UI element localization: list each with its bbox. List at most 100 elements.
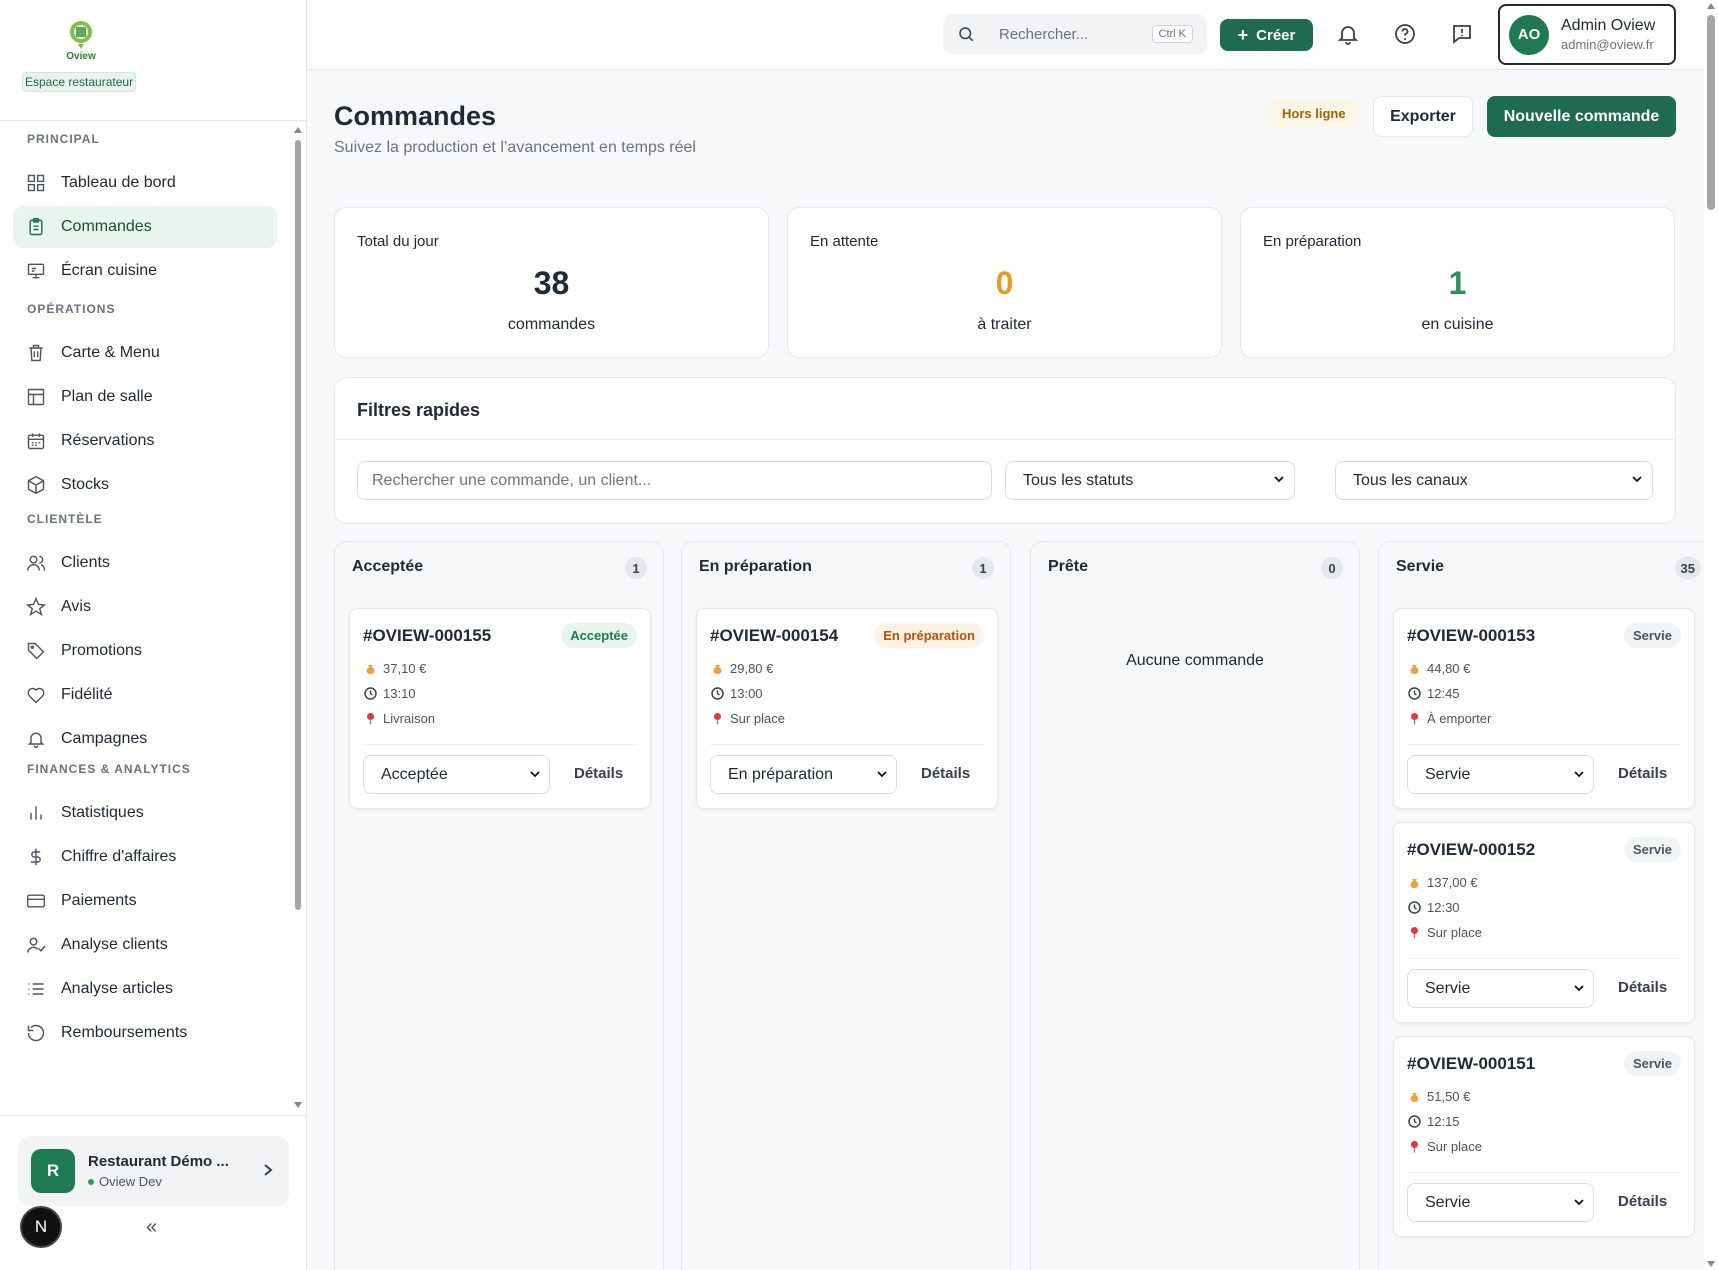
status-select[interactable]: Servie <box>1407 969 1594 1008</box>
page-scroll-down-arrow[interactable] <box>1707 1261 1715 1267</box>
pin-icon <box>1408 712 1421 725</box>
sidebar-item-tableau-de-bord[interactable]: Tableau de bord <box>13 162 277 204</box>
sidebar-item-label: Carte & Menu <box>61 344 160 361</box>
search-placeholder: Rechercher... <box>999 25 1089 43</box>
sidebar-item-remboursements[interactable]: Remboursements <box>13 1012 277 1054</box>
clock-icon <box>364 687 377 700</box>
create-button[interactable]: + Créer <box>1220 19 1313 51</box>
sidebar-item-statistiques[interactable]: Statistiques <box>13 792 277 834</box>
page-subtitle: Suivez la production et l’avancement en … <box>334 139 696 156</box>
monitor-icon <box>27 263 45 279</box>
order-search-input[interactable] <box>357 461 992 500</box>
restaurant-avatar: R <box>31 1149 75 1193</box>
help-icon[interactable] <box>1393 22 1417 46</box>
status-filter-select[interactable]: Tous les statuts <box>1005 461 1295 500</box>
space-badge: Espace restaurateur <box>22 72 137 92</box>
sidebar-item-promotions[interactable]: Promotions <box>13 630 277 672</box>
chevron-down-icon <box>1574 1199 1584 1206</box>
clock-icon <box>1408 1115 1421 1128</box>
sidebar-item-campagnes[interactable]: Campagnes <box>13 718 277 760</box>
new-order-button[interactable]: Nouvelle commande <box>1487 96 1676 137</box>
order-time: 12:45 <box>1408 686 1460 701</box>
status-select-value: En préparation <box>728 765 833 783</box>
bell-icon[interactable] <box>1336 22 1360 46</box>
details-button[interactable]: Détails <box>1618 1193 1667 1210</box>
collapse-sidebar-button[interactable]: « <box>146 1216 157 1239</box>
user-avatar: AO <box>1509 14 1549 55</box>
details-button[interactable]: Détails <box>921 765 970 782</box>
status-filter-value: Tous les statuts <box>1023 471 1134 489</box>
stat-label: En attente <box>810 233 879 250</box>
channel-filter-select[interactable]: Tous les canaux <box>1335 461 1653 500</box>
user-menu[interactable]: AO Admin Oview admin@oview.fr <box>1498 4 1676 65</box>
details-button[interactable]: Détails <box>574 765 623 782</box>
n-badge[interactable]: N <box>20 1206 62 1248</box>
stat-caption: commandes <box>507 316 596 333</box>
pin-icon <box>1408 926 1421 939</box>
page-scroll-thumb[interactable] <box>1707 15 1715 210</box>
sidebar-item-avis[interactable]: Avis <box>13 586 277 628</box>
sidebar-nav: PRINCIPAL Tableau de bord Commandes Écran c… <box>0 122 290 1112</box>
sidebar-item-carte-menu[interactable]: Carte & Menu <box>13 332 277 374</box>
order-id: #OVIEW-000155 <box>363 626 492 645</box>
credit-card-icon <box>26 894 46 908</box>
empty-column-text: Aucune commande <box>1126 652 1264 669</box>
sidebar-item-stocks[interactable]: Stocks <box>13 464 277 506</box>
status-badge: Servie <box>1623 1051 1681 1076</box>
sidebar-item-plan-de-salle[interactable]: Plan de salle <box>13 376 277 418</box>
sidebar-item-commandes[interactable]: Commandes <box>13 206 277 248</box>
page-scrollbar[interactable] <box>1704 0 1718 1270</box>
order-amount: 44,80 € <box>1408 661 1470 676</box>
pin-icon <box>711 712 724 725</box>
order-card[interactable]: #OVIEW-000155 Acceptée 37,10 € 13:10 Livrais… <box>349 608 651 809</box>
layout-icon <box>27 388 45 406</box>
order-card[interactable]: #OVIEW-000154 En préparation 29,80 € 13:00 S… <box>696 608 998 809</box>
sidebar-item-label: Plan de salle <box>61 388 153 405</box>
sidebar-scrollbar[interactable] <box>294 125 302 1110</box>
global-search[interactable]: Rechercher... Ctrl K <box>943 14 1207 54</box>
details-button[interactable]: Détails <box>1618 765 1667 782</box>
oview-logo[interactable]: Oview <box>51 20 111 62</box>
topbar: Rechercher... Ctrl K + Créer AO Admin Ovi… <box>308 0 1704 70</box>
sidebar-item-label: Réservations <box>61 432 155 449</box>
sidebar-item-analyse-clients[interactable]: Analyse clients <box>13 924 277 966</box>
user-check-icon <box>26 937 46 953</box>
page-scroll-up-arrow[interactable] <box>1707 3 1715 9</box>
heart-icon <box>27 687 45 704</box>
export-button[interactable]: Exporter <box>1373 96 1473 137</box>
card-divider <box>1407 744 1681 745</box>
status-select[interactable]: En préparation <box>710 755 897 794</box>
sidebar-item-fidelite[interactable]: Fidélité <box>13 674 277 716</box>
sidebar-item-paiements[interactable]: Paiements <box>13 880 277 922</box>
sidebar-item-chiffre-d-affaires[interactable]: Chiffre d'affaires <box>13 836 277 878</box>
sidebar-item-analyse-articles[interactable]: Analyse articles <box>13 968 277 1010</box>
sidebar-item-label: Avis <box>61 598 91 615</box>
restaurant-name: Restaurant Démo ... <box>88 1153 229 1170</box>
order-time: 13:10 <box>364 686 416 701</box>
sidebar-item-reservations[interactable]: Réservations <box>13 420 277 462</box>
scroll-thumb[interactable] <box>295 140 301 910</box>
chevron-down-icon <box>1574 985 1584 992</box>
stat-card: En attente 0 à traiter <box>787 207 1222 358</box>
scroll-down-arrow[interactable] <box>294 1102 302 1108</box>
quick-filters: Filtres rapides Tous les statuts Tous le… <box>334 377 1676 524</box>
restaurant-env-label: Oview Dev <box>99 1174 162 1189</box>
status-select[interactable]: Acceptée <box>363 755 550 794</box>
sidebar-item-ecran-cuisine[interactable]: Écran cuisine <box>13 250 277 292</box>
order-card[interactable]: #OVIEW-000151 Servie 51,50 € 12:15 Sur place… <box>1393 1036 1695 1237</box>
stat-caption: à traiter <box>977 316 1032 333</box>
details-button[interactable]: Détails <box>1618 979 1667 996</box>
money-bag-icon <box>1408 876 1421 889</box>
order-card[interactable]: #OVIEW-000152 Servie 137,00 € 12:30 Sur plac… <box>1393 822 1695 1023</box>
status-select[interactable]: Servie <box>1407 1183 1594 1222</box>
restaurant-switcher[interactable]: R Restaurant Démo ... Oview Dev <box>18 1136 289 1206</box>
sidebar-item-label: Paiements <box>61 892 137 909</box>
dollar-icon <box>31 848 41 866</box>
status-select[interactable]: Servie <box>1407 755 1594 794</box>
message-icon[interactable] <box>1450 22 1474 46</box>
chevron-down-icon <box>530 771 540 778</box>
order-card[interactable]: #OVIEW-000153 Servie 44,80 € 12:45 À emporte… <box>1393 608 1695 809</box>
sidebar-item-label: Remboursements <box>61 1024 188 1041</box>
scroll-up-arrow[interactable] <box>294 127 302 133</box>
sidebar-item-clients[interactable]: Clients <box>13 542 277 584</box>
